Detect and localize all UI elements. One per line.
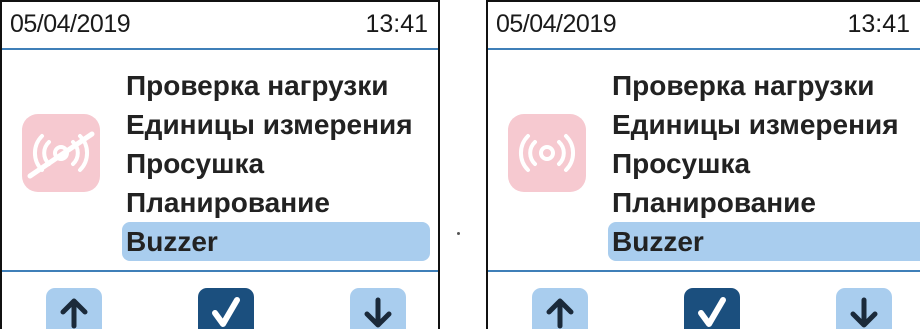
menu-item-units[interactable]: Единицы измерения bbox=[608, 105, 920, 144]
status-bar: 05/04/2019 13:41 bbox=[488, 2, 920, 50]
menu-item-units[interactable]: Единицы измерения bbox=[122, 105, 438, 144]
arrow-up-icon bbox=[546, 298, 574, 329]
time-display: 13:41 bbox=[365, 10, 428, 38]
arrow-down-icon bbox=[850, 297, 878, 328]
down-button[interactable] bbox=[836, 288, 892, 329]
arrow-up-icon bbox=[60, 298, 88, 329]
time-display: 13:41 bbox=[847, 10, 910, 38]
down-button[interactable] bbox=[350, 288, 406, 329]
up-button[interactable] bbox=[46, 288, 102, 329]
menu-item-load-check[interactable]: Проверка нагрузки bbox=[122, 66, 438, 105]
separator-dot bbox=[457, 232, 460, 235]
confirm-button[interactable] bbox=[684, 288, 740, 329]
up-button[interactable] bbox=[532, 288, 588, 329]
bottom-toolbar bbox=[488, 270, 920, 329]
confirm-button[interactable] bbox=[198, 288, 254, 329]
device-screen-right: 05/04/2019 13:41 Проверка нагрузки Едини… bbox=[486, 0, 920, 329]
menu-item-drying[interactable]: Просушка bbox=[608, 144, 920, 183]
buzzer-on-icon bbox=[508, 114, 586, 192]
settings-menu: Проверка нагрузки Единицы измерения Прос… bbox=[608, 66, 920, 261]
device-screen-left: 05/04/2019 13:41 Проверка нагрузки Едини… bbox=[0, 0, 440, 329]
menu-item-drying[interactable]: Просушка bbox=[122, 144, 438, 183]
arrow-down-icon bbox=[364, 297, 392, 328]
checkmark-icon bbox=[698, 297, 726, 327]
menu-item-scheduling[interactable]: Планирование bbox=[608, 183, 920, 222]
menu-item-buzzer[interactable]: Buzzer bbox=[608, 222, 920, 261]
menu-item-scheduling[interactable]: Планирование bbox=[122, 183, 438, 222]
bottom-toolbar bbox=[2, 270, 438, 329]
buzzer-off-icon bbox=[22, 114, 100, 192]
status-bar: 05/04/2019 13:41 bbox=[2, 2, 438, 50]
checkmark-icon bbox=[212, 297, 240, 327]
menu-item-buzzer[interactable]: Buzzer bbox=[122, 222, 430, 261]
menu-item-load-check[interactable]: Проверка нагрузки bbox=[608, 66, 920, 105]
date-display: 05/04/2019 bbox=[10, 10, 131, 38]
settings-menu: Проверка нагрузки Единицы измерения Прос… bbox=[122, 66, 438, 261]
date-display: 05/04/2019 bbox=[496, 10, 617, 38]
